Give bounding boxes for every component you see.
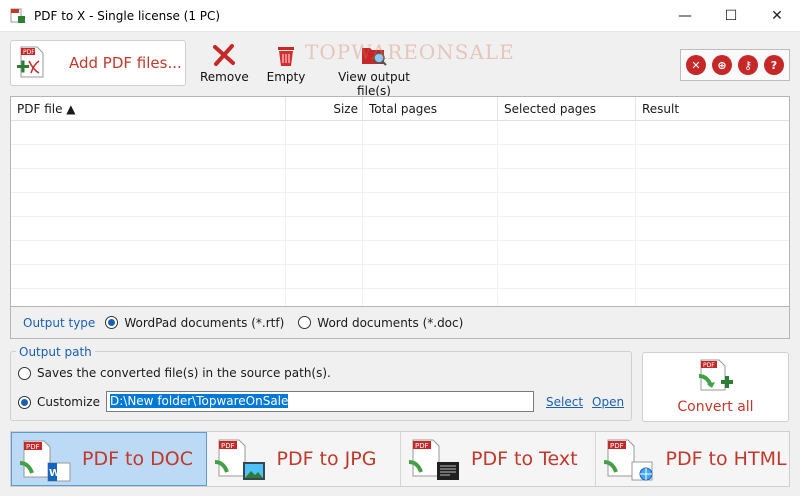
svg-text:PDF: PDF (415, 442, 429, 450)
convert-all-button[interactable]: PDF Convert all (642, 352, 789, 422)
conversion-mode-bar: PDF W PDF to DOC PDF PDF to JPG PDF PDF t… (10, 431, 790, 487)
svg-text:PDF: PDF (610, 442, 624, 450)
column-pdf-file[interactable]: PDF file ▲ (11, 97, 286, 121)
svg-text:PDF: PDF (26, 443, 40, 451)
mode-pdf-to-text-label: PDF to Text (471, 448, 578, 470)
trash-bin-icon (266, 42, 306, 68)
empty-row (11, 145, 789, 169)
close-icon: ✕ (771, 8, 783, 24)
convert-all-label: Convert all (677, 399, 754, 415)
mode-pdf-to-html-label: PDF to HTML (665, 448, 787, 470)
customize-option[interactable]: Customize (18, 395, 100, 409)
help-icon: ? (764, 55, 784, 75)
output-path-input[interactable]: D:\New folder\TopwareOnSale (106, 391, 534, 412)
add-pdf-files-label: Add PDF files... (69, 54, 182, 72)
pdf-to-text-icon: PDF (407, 438, 463, 482)
minimize-icon: — (678, 8, 692, 24)
output-type-rtf-option[interactable]: WordPad documents (*.rtf) (105, 316, 284, 330)
empty-row (11, 289, 789, 306)
help-button[interactable]: ? (761, 52, 787, 78)
convert-pdf-icon: PDF (697, 358, 737, 397)
rtf-radio[interactable] (105, 316, 119, 329)
minimize-button[interactable]: — (662, 0, 708, 32)
output-path-value: D:\New folder\TopwareOnSale (110, 394, 289, 408)
customize-radio[interactable] (18, 395, 31, 409)
mode-pdf-to-html[interactable]: PDF PDF to HTML (595, 432, 789, 486)
file-list-header: PDF file ▲ Size Total pages Selected pag… (11, 97, 789, 121)
empty-row (11, 241, 789, 265)
mode-pdf-to-jpg[interactable]: PDF PDF to JPG (206, 432, 401, 486)
mode-pdf-to-text[interactable]: PDF PDF to Text (401, 432, 596, 486)
column-result[interactable]: Result (636, 97, 789, 121)
window-title: PDF to X - Single license (1 PC) (34, 8, 221, 23)
pdf-to-html-icon: PDF (602, 438, 658, 482)
column-selected-pages[interactable]: Selected pages (498, 97, 636, 121)
title-bar: PDF to X - Single license (1 PC) — ☐ ✕ (0, 0, 800, 32)
column-total-pages[interactable]: Total pages (363, 97, 498, 121)
view-output-label: View output file(s) (338, 70, 410, 98)
output-type-bar: Output type WordPad documents (*.rtf) Wo… (10, 307, 790, 339)
remove-x-icon (200, 42, 248, 68)
svg-text:PDF: PDF (703, 362, 715, 369)
empty-row (11, 121, 789, 145)
tools-icon: ✕ (686, 55, 706, 75)
folder-search-icon (326, 42, 422, 68)
globe-icon: ⊕ (712, 55, 732, 75)
empty-row (11, 169, 789, 193)
mode-pdf-to-jpg-label: PDF to JPG (276, 448, 377, 470)
pdf-to-image-icon: PDF (213, 438, 269, 482)
view-output-files-button[interactable]: View output file(s) (326, 42, 422, 98)
select-folder-link[interactable]: Select (546, 395, 583, 409)
app-icon (10, 8, 26, 24)
svg-text:PDF: PDF (221, 442, 235, 450)
rtf-option-label: WordPad documents (*.rtf) (124, 315, 285, 330)
add-pdf-icon: PDF (17, 45, 47, 82)
empty-row (11, 193, 789, 217)
empty-row (11, 265, 789, 289)
source-path-option[interactable]: Saves the converted file(s) in the sourc… (18, 366, 331, 380)
maximize-icon: ☐ (724, 8, 738, 24)
doc-option-label: Word documents (*.doc) (317, 315, 464, 330)
file-list-body (11, 121, 789, 306)
remove-button[interactable]: Remove (200, 42, 249, 84)
right-tools-group: ✕ ⊕ ⚷ ? (680, 49, 790, 81)
empty-row (11, 217, 789, 241)
key-icon: ⚷ (738, 55, 758, 75)
license-key-button[interactable]: ⚷ (735, 52, 761, 78)
close-button[interactable]: ✕ (754, 0, 800, 32)
mode-pdf-to-doc-label: PDF to DOC (82, 448, 194, 470)
pdf-to-word-icon: PDF W (18, 439, 74, 483)
source-path-radio[interactable] (18, 366, 31, 380)
svg-text:PDF: PDF (23, 49, 35, 56)
customize-label: Customize (37, 395, 100, 409)
column-size[interactable]: Size (286, 97, 363, 121)
remove-label: Remove (200, 70, 249, 84)
output-path-legend: Output path (16, 345, 95, 359)
output-type-doc-option[interactable]: Word documents (*.doc) (298, 316, 463, 330)
source-path-label: Saves the converted file(s) in the sourc… (37, 366, 331, 380)
add-pdf-files-button[interactable]: PDF Add PDF files... (10, 40, 186, 86)
web-button[interactable]: ⊕ (709, 52, 735, 78)
doc-radio[interactable] (298, 316, 312, 329)
open-folder-link[interactable]: Open (592, 395, 624, 409)
toolbar: PDF Add PDF files... Remove Empty View o… (0, 32, 800, 98)
output-type-label: Output type (23, 315, 96, 330)
empty-button[interactable]: Empty (266, 42, 306, 84)
svg-text:W: W (49, 468, 60, 479)
settings-tools-button[interactable]: ✕ (683, 52, 709, 78)
mode-pdf-to-doc[interactable]: PDF W PDF to DOC (11, 432, 207, 486)
empty-label: Empty (266, 70, 306, 84)
maximize-button[interactable]: ☐ (708, 0, 754, 32)
pdf-file-list[interactable]: PDF file ▲ Size Total pages Selected pag… (10, 96, 790, 307)
